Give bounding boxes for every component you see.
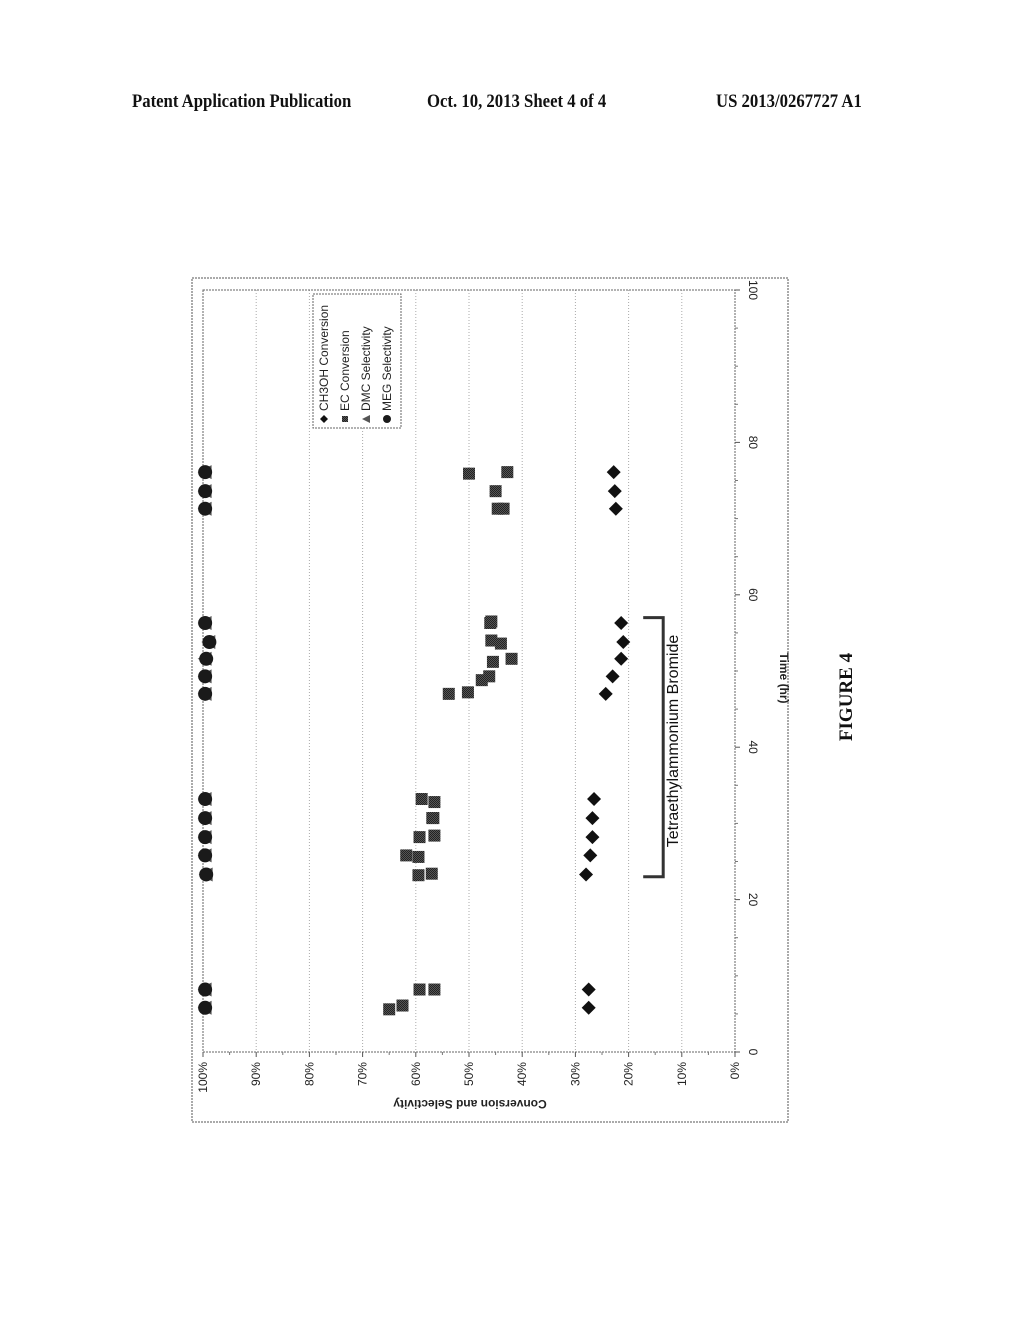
x-tick-label: 60 — [746, 588, 760, 602]
data-point-square — [413, 983, 426, 996]
data-point-square — [415, 793, 428, 806]
data-point-circle — [198, 1000, 213, 1015]
figure-label: FIGURE 4 — [836, 652, 857, 741]
data-point-circle — [199, 651, 214, 666]
chart-outer-frame — [191, 277, 789, 1123]
y-tick-label: 100% — [196, 1062, 210, 1093]
y-tick-label: 90% — [249, 1062, 263, 1086]
data-point-diamond — [585, 811, 600, 826]
data-point-circle — [198, 484, 213, 499]
data-point-diamond — [585, 830, 600, 845]
data-point-diamond — [607, 484, 622, 499]
data-point-diamond — [605, 669, 620, 684]
legend: CH3OH Conversion EC Conversion DMC Selecti… — [312, 293, 402, 429]
y-tick-label: 20% — [622, 1062, 636, 1086]
data-point-diamond — [583, 848, 598, 863]
data-point-square — [461, 686, 474, 699]
series-ec-conversion — [383, 466, 518, 1016]
data-point-square — [425, 867, 438, 880]
data-point-square — [413, 831, 426, 844]
chart: 0% 10% 20% 30% 40% 50% 60% 70% 80% 90% 100% 0 20 40 60… — [191, 277, 857, 1123]
data-point-diamond — [608, 501, 623, 516]
data-point-square — [412, 869, 425, 882]
data-point-square — [442, 687, 455, 700]
annotation-label: Tetraethylammonium Bromide — [665, 635, 682, 848]
data-point-square — [428, 829, 441, 842]
data-point-circle — [198, 848, 213, 863]
data-point-circle — [202, 635, 217, 650]
data-point-circle — [198, 501, 213, 516]
x-tick-label: 100 — [746, 280, 760, 300]
y-tick-label: 60% — [409, 1062, 423, 1086]
data-point-circle — [198, 982, 213, 997]
y-axis-title: Conversion and Selectivity — [393, 1097, 547, 1111]
data-point-square — [485, 634, 498, 647]
data-point-diamond — [581, 982, 596, 997]
data-point-square — [489, 485, 502, 498]
data-point-square — [497, 502, 510, 515]
data-point-square — [505, 652, 518, 665]
data-point-square — [400, 849, 413, 862]
data-point-diamond — [606, 465, 621, 480]
y-tick-label: 30% — [568, 1062, 582, 1086]
data-points — [197, 465, 631, 1016]
x-tick-label: 0 — [746, 1049, 760, 1056]
data-point-circle — [198, 615, 213, 630]
data-point-diamond — [581, 1000, 596, 1015]
x-tick-label: 80 — [746, 436, 760, 450]
data-point-circle — [199, 867, 214, 882]
data-point-diamond — [579, 867, 594, 882]
y-tick-label: 70% — [356, 1062, 370, 1086]
x-tick-label: 20 — [746, 893, 760, 907]
data-point-circle — [198, 830, 213, 845]
series-meg-selectivity — [198, 465, 217, 1015]
y-tick-label: 50% — [462, 1062, 476, 1086]
x-tick-label: 40 — [746, 741, 760, 755]
data-point-diamond — [598, 686, 613, 701]
y-tick-label: 40% — [515, 1062, 529, 1086]
legend-marker-circle — [383, 415, 391, 423]
series-ch3oh-conversion — [579, 465, 631, 1015]
series-dmc-selectivity — [197, 465, 216, 1015]
data-point-diamond — [614, 651, 629, 666]
data-point-square — [428, 796, 441, 809]
data-point-square — [428, 983, 441, 996]
data-point-square — [396, 999, 409, 1012]
data-point-square — [486, 655, 499, 668]
data-point-circle — [198, 811, 213, 826]
data-point-square — [501, 466, 514, 479]
annotation-bracket — [643, 616, 665, 879]
data-point-square — [483, 670, 496, 683]
y-tick-label: 0% — [728, 1062, 742, 1080]
data-point-square — [412, 850, 425, 863]
data-point-square — [463, 467, 475, 480]
legend-label: DMC Selectivity — [359, 326, 373, 411]
data-point-square — [383, 1003, 396, 1016]
axes — [202, 289, 740, 1057]
data-point-circle — [198, 669, 213, 684]
legend-label: CH3OH Conversion — [317, 305, 331, 411]
legend-marker-square — [342, 416, 348, 422]
data-point-diamond — [587, 792, 602, 807]
x-axis-title: Time (hr) — [777, 652, 791, 703]
data-point-diamond — [614, 615, 629, 630]
legend-label: EC Conversion — [338, 330, 352, 411]
legend-label: MEG Selectivity — [380, 326, 394, 411]
y-tick-label: 10% — [675, 1062, 689, 1086]
annotation: Tetraethylammonium Bromide — [643, 616, 682, 879]
data-point-circle — [198, 792, 213, 807]
data-point-square — [485, 615, 498, 628]
data-point-circle — [198, 465, 213, 480]
data-point-circle — [198, 686, 213, 701]
y-tick-label: 80% — [302, 1062, 316, 1086]
data-point-diamond — [616, 635, 631, 650]
data-point-square — [426, 812, 439, 825]
